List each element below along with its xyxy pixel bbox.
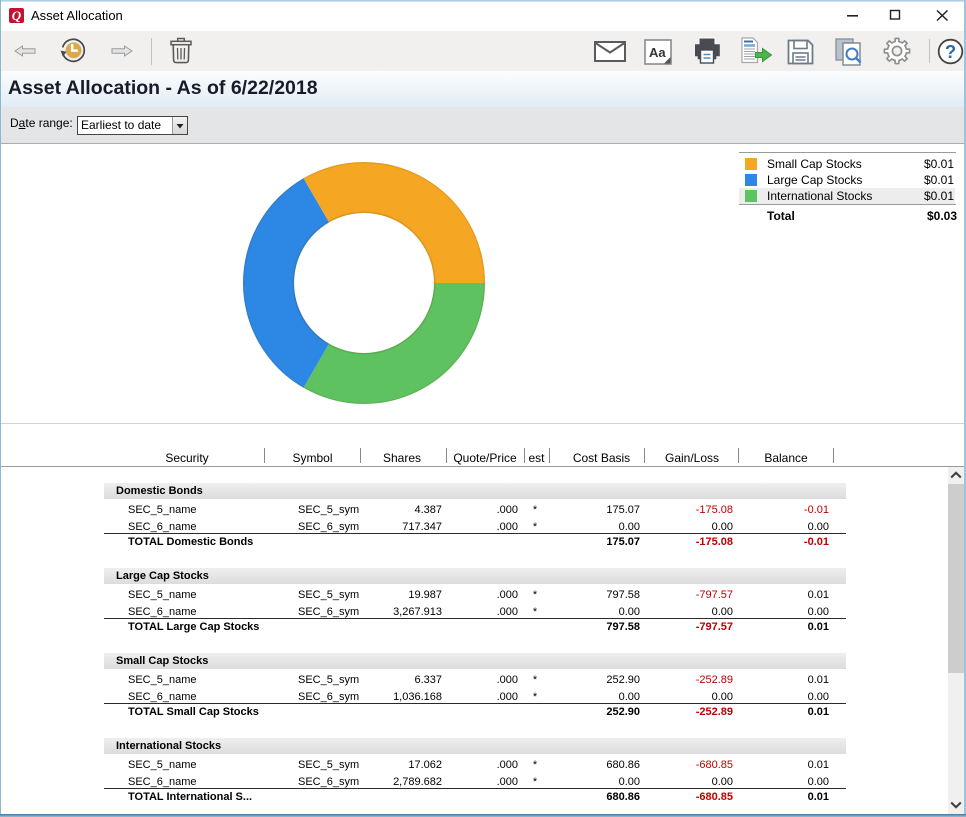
svg-text:Aa: Aa xyxy=(649,45,666,60)
svg-text:?: ? xyxy=(945,41,956,62)
